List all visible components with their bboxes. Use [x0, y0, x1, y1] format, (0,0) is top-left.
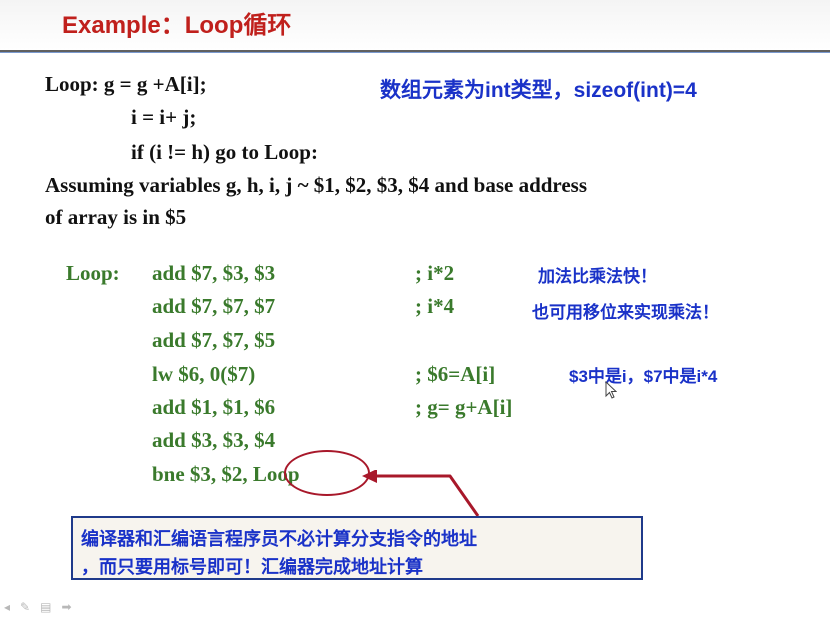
note-shift-multiply: 也可用移位来实现乘法！: [532, 303, 719, 322]
asm-code-line-4: lw $6, 0($7): [152, 362, 256, 386]
loop-label-highlight: [284, 450, 370, 496]
slideshow-pen-icon[interactable]: ✎: [20, 600, 30, 614]
pseudo-line-5: of array is in $5: [45, 205, 187, 229]
asm-comment-5: ; g= g+A[i]: [415, 395, 513, 419]
note-register-meaning: $3中是i，$7中是i*4: [569, 367, 718, 386]
title-divider-accent: [0, 52, 830, 53]
pseudo-line-1: Loop: g = g +A[i];: [45, 72, 207, 96]
asm-comment-1: ; i*2: [415, 261, 455, 285]
pseudo-line-2: i = i+ j;: [131, 105, 197, 129]
asm-label: Loop:: [66, 261, 120, 285]
slideshow-next-icon[interactable]: ➡: [61, 600, 71, 614]
asm-code-line-2: add $7, $7, $7: [152, 294, 276, 318]
callout-line-2: ，而只要用标号即可！汇编器完成地址计算: [81, 557, 423, 577]
pseudo-line-3: if (i != h) go to Loop:: [131, 140, 318, 164]
note-add-faster: 加法比乘法快！: [538, 267, 657, 286]
asm-comment-4: ; $6=A[i]: [415, 362, 496, 386]
mouse-cursor-icon: [605, 381, 617, 399]
asm-code-line-6: add $3, $3, $4: [152, 428, 276, 452]
asm-code-line-3: add $7, $7, $5: [152, 328, 276, 352]
callout-arrow: [362, 470, 480, 517]
slide-title: Example：Loop循环: [62, 12, 292, 39]
callout-box: 编译器和汇编语言程序员不必计算分支指令的地址 ，而只要用标号即可！汇编器完成地址…: [71, 516, 643, 580]
asm-code-line-1: add $7, $3, $3: [152, 261, 276, 285]
pseudo-line-4: Assuming variables g, h, i, j ~ $1, $2, …: [45, 173, 588, 197]
asm-code-line-5: add $1, $1, $6: [152, 395, 276, 419]
type-note: 数组元素为int类型，sizeof(int)=4: [380, 79, 697, 102]
slideshow-toolbar: ◂ ✎ ▤ ➡: [4, 600, 72, 614]
asm-code-line-7: bne $3, $2, Loop: [152, 462, 300, 486]
callout-line-1: 编译器和汇编语言程序员不必计算分支指令的地址: [81, 529, 477, 549]
asm-comment-2: ; i*4: [415, 294, 455, 318]
slideshow-prev-icon[interactable]: ◂: [4, 600, 10, 614]
slideshow-menu-icon[interactable]: ▤: [40, 600, 51, 614]
